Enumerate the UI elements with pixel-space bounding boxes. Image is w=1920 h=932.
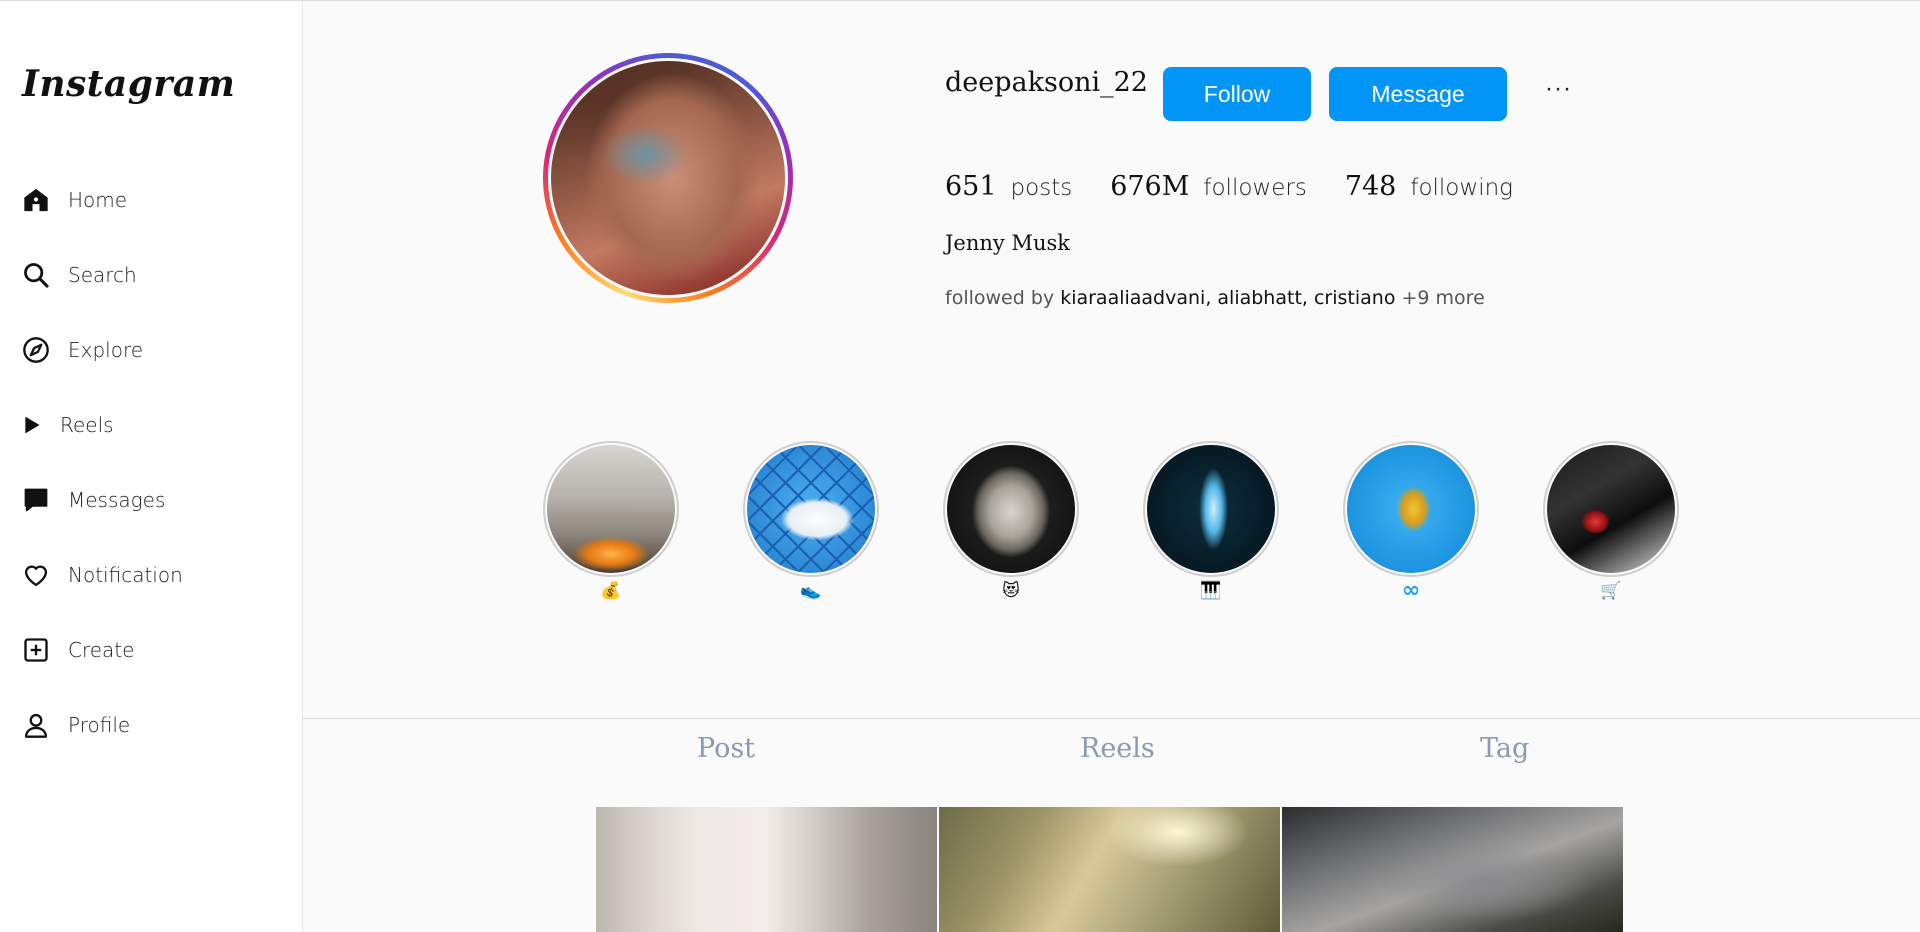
highlight-ring [1143, 441, 1279, 577]
sidebar-item-explore[interactable]: Explore [22, 330, 143, 370]
sidebar-item-label: Explore [68, 338, 144, 362]
sidebar: Instagram Home Search Explore Reels Mess… [0, 1, 303, 931]
post-thumbnail[interactable] [939, 807, 1280, 932]
sidebar-item-label: Profile [68, 713, 131, 737]
story-highlight[interactable]: ∞ [1343, 441, 1479, 603]
stat-following[interactable]: 748 following [1345, 171, 1513, 202]
highlight-image [547, 445, 675, 573]
sidebar-item-label: Search [68, 263, 137, 287]
highlight-ring [943, 441, 1079, 577]
message-button[interactable]: Message [1329, 67, 1507, 121]
followers-label: followers [1203, 175, 1307, 201]
search-icon [22, 261, 50, 289]
highlight-label: 🎹 [1200, 581, 1222, 601]
sidebar-item-profile[interactable]: Profile [22, 705, 130, 745]
highlight-label: 👟 [800, 581, 822, 601]
follow-button[interactable]: Follow [1163, 67, 1311, 121]
tabs-divider [303, 718, 1920, 719]
post-grid [596, 807, 1623, 932]
highlight-image [1547, 445, 1675, 573]
highlight-ring [1343, 441, 1479, 577]
highlight-image [1347, 445, 1475, 573]
sidebar-item-messages[interactable]: Messages [22, 480, 165, 520]
followers-count: 676M [1110, 171, 1190, 202]
tab-post[interactable]: Post [697, 733, 755, 764]
avatar-image [551, 61, 785, 295]
highlight-label: 😻 [1002, 581, 1020, 601]
post-thumbnail[interactable] [596, 807, 937, 932]
more-options-icon[interactable]: ··· [1545, 75, 1572, 103]
sidebar-item-label: Create [68, 638, 135, 662]
avatar-border [548, 58, 788, 298]
highlight-image [747, 445, 875, 573]
posts-label: posts [1010, 175, 1073, 201]
tab-reels[interactable]: Reels [1080, 733, 1155, 764]
sidebar-item-reels[interactable]: Reels [22, 405, 114, 445]
sidebar-item-search[interactable]: Search [22, 255, 137, 295]
highlight-ring [1543, 441, 1679, 577]
heart-icon [22, 561, 50, 589]
profile-username: deepaksoni_22 [945, 67, 1148, 98]
plus-square-icon [22, 636, 50, 664]
profile-full-name: Jenny Musk [945, 231, 1070, 255]
tab-tag[interactable]: Tag [1480, 733, 1529, 764]
instagram-logo[interactable]: Instagram [22, 63, 235, 105]
stat-followers[interactable]: 676M followers [1110, 171, 1307, 202]
story-highlight[interactable]: 😻 [943, 441, 1079, 603]
followed-by-text[interactable]: followed by kiaraaliaadvani, aliabhatt, … [945, 287, 1485, 309]
profile-main: deepaksoni_22 Follow Message ··· 651 pos… [303, 1, 1920, 932]
highlight-label: 🛒 [1600, 581, 1622, 601]
story-highlight[interactable]: 🛒 [1543, 441, 1679, 603]
user-icon [22, 711, 50, 739]
highlight-image [947, 445, 1075, 573]
compass-icon [22, 336, 50, 364]
highlight-ring [543, 441, 679, 577]
sidebar-item-label: Messages [68, 488, 166, 512]
post-thumbnail[interactable] [1282, 807, 1623, 932]
following-label: following [1410, 175, 1513, 201]
sidebar-item-notification[interactable]: Notification [22, 555, 183, 595]
highlight-ring [743, 441, 879, 577]
followed-by-more: +9 more [1401, 287, 1485, 309]
following-count: 748 [1344, 171, 1397, 202]
story-highlight[interactable]: 🎹 [1143, 441, 1279, 603]
followed-by-names: kiaraaliaadvani, aliabhatt, cristiano [1060, 287, 1396, 309]
sidebar-item-label: Notification [68, 563, 183, 587]
highlight-label: 💰 [600, 581, 622, 601]
story-highlight[interactable]: 💰 [543, 441, 679, 603]
home-icon [22, 186, 50, 214]
sidebar-item-create[interactable]: Create [22, 630, 134, 670]
followed-by-prefix: followed by [945, 287, 1055, 309]
posts-count: 651 [945, 171, 997, 202]
play-icon [22, 411, 42, 439]
message-icon [22, 486, 50, 514]
stat-posts[interactable]: 651 posts [945, 171, 1072, 202]
sidebar-item-label: Reels [60, 413, 114, 437]
profile-stats: 651 posts 676M followers 748 following [945, 171, 1551, 202]
sidebar-item-label: Home [68, 188, 128, 212]
profile-avatar[interactable] [543, 53, 793, 303]
story-highlight[interactable]: 👟 [743, 441, 879, 603]
sidebar-item-home[interactable]: Home [22, 180, 127, 220]
highlight-image [1147, 445, 1275, 573]
highlight-label: ∞ [1401, 578, 1421, 603]
